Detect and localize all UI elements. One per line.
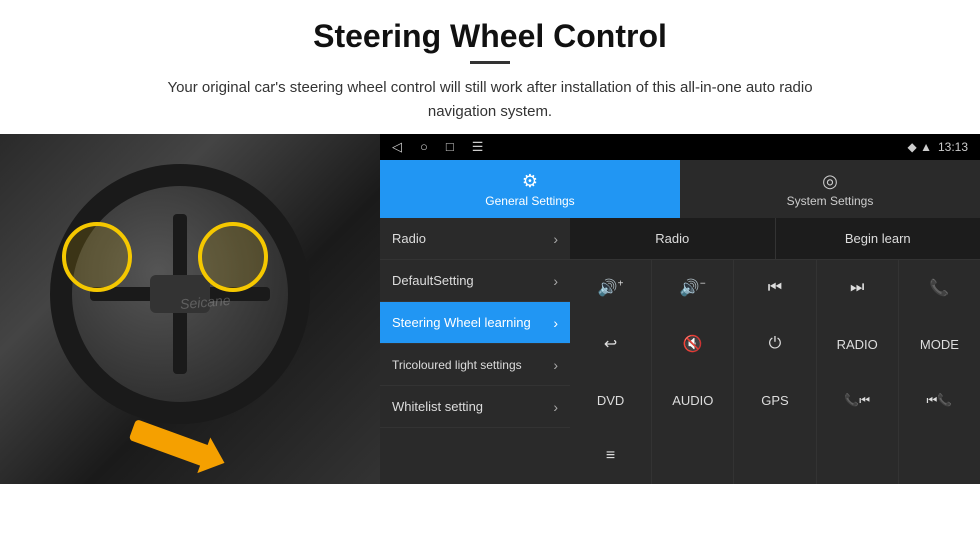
chevron-icon-radio: › — [553, 231, 558, 247]
ctrl-top-row: Radio Begin learn — [570, 218, 980, 260]
status-right: ◆ ▲ 13:13 — [908, 140, 968, 154]
home-icon[interactable]: ○ — [420, 139, 428, 155]
btn-dvd[interactable]: DVD — [570, 372, 651, 428]
phone-icon: 📞 — [929, 278, 949, 298]
highlight-circle-left — [62, 222, 132, 292]
list-icon: ≡ — [606, 447, 615, 465]
btn-empty-4 — [899, 428, 980, 484]
ctrl-begin-learn[interactable]: Begin learn — [776, 218, 980, 259]
btn-empty-1 — [652, 428, 733, 484]
chevron-icon-tricolour: › — [553, 357, 558, 373]
ctrl-grid-row3: DVD AUDIO GPS 📞⏮ ⏮📞 — [570, 372, 980, 428]
dvd-btn-label: DVD — [597, 393, 624, 408]
ctrl-grid-row2: ↩ 🔇 ⏻ RADIO MODE — [570, 316, 980, 372]
system-settings-icon: ◎ — [822, 171, 838, 192]
ctrl-grid-row4: ≡ — [570, 428, 980, 484]
arrow-head — [197, 437, 231, 480]
prev-track-icon: ⏮ — [768, 279, 782, 297]
btn-empty-3 — [817, 428, 898, 484]
highlight-circle-right — [198, 222, 268, 292]
begin-learn-label: Begin learn — [845, 231, 911, 246]
chevron-icon-steering: › — [553, 315, 558, 331]
menu-label-tricolour: Tricoloured light settings — [392, 358, 522, 372]
tab-system[interactable]: ◎ System Settings — [680, 160, 980, 218]
tab-general-label: General Settings — [485, 194, 574, 208]
recents-icon[interactable]: □ — [446, 139, 454, 155]
settings-body: Radio › DefaultSetting › Steering Wheel … — [380, 218, 980, 484]
menu-label-radio: Radio — [392, 231, 426, 246]
tab-general[interactable]: ⚙ General Settings — [380, 160, 680, 218]
signal-icon: ◆ ▲ — [908, 140, 932, 154]
btn-call-next[interactable]: ⏮📞 — [899, 372, 980, 428]
settings-menu: Radio › DefaultSetting › Steering Wheel … — [380, 218, 570, 484]
btn-list[interactable]: ≡ — [570, 428, 651, 484]
btn-audio[interactable]: AUDIO — [652, 372, 733, 428]
page-title: Steering Wheel Control — [40, 18, 940, 55]
android-ui: ◁ ○ □ ☰ ◆ ▲ 13:13 ⚙ General Settings ◎ S… — [380, 134, 980, 484]
btn-empty-2 — [734, 428, 815, 484]
gps-btn-label: GPS — [761, 393, 788, 408]
sw-center-hub — [150, 275, 210, 313]
btn-vol-down[interactable]: 🔊− — [652, 260, 733, 316]
arrow-indicator — [130, 432, 210, 454]
menu-item-radio[interactable]: Radio › — [380, 218, 570, 260]
chevron-icon-default: › — [553, 273, 558, 289]
nav-icons: ◁ ○ □ ☰ — [392, 139, 483, 155]
mute-icon: 🔇 — [683, 334, 703, 354]
power-icon: ⏻ — [769, 335, 782, 353]
audio-btn-label: AUDIO — [672, 393, 713, 408]
menu-icon[interactable]: ☰ — [472, 139, 484, 155]
main-content: Seicane ◁ ○ □ ☰ ◆ ▲ 13:13 ⚙ General Sett… — [0, 134, 980, 484]
status-bar: ◁ ○ □ ☰ ◆ ▲ 13:13 — [380, 134, 980, 160]
menu-label-default: DefaultSetting — [392, 273, 474, 288]
menu-label-steering: Steering Wheel learning — [392, 315, 531, 330]
menu-item-whitelist[interactable]: Whitelist setting › — [380, 386, 570, 428]
page-subtitle: Your original car's steering wheel contr… — [140, 76, 840, 124]
next-track-icon: ⏭ — [850, 279, 864, 297]
call-prev-icon: 📞⏮ — [844, 393, 870, 408]
menu-item-steering[interactable]: Steering Wheel learning › — [380, 302, 570, 344]
ctrl-radio-label: Radio — [570, 218, 776, 259]
radio-label-text: Radio — [655, 231, 689, 246]
menu-item-default[interactable]: DefaultSetting › — [380, 260, 570, 302]
title-divider — [470, 61, 510, 64]
steering-wheel-outer — [50, 164, 310, 424]
btn-next-track[interactable]: ⏭ — [817, 260, 898, 316]
radio-btn-label: RADIO — [837, 337, 878, 352]
steering-wheel-photo: Seicane — [0, 134, 380, 484]
btn-phone[interactable]: 📞 — [899, 260, 980, 316]
arrow-body — [129, 419, 212, 467]
btn-mute[interactable]: 🔇 — [652, 316, 733, 372]
btn-mode[interactable]: MODE — [899, 316, 980, 372]
page-header: Steering Wheel Control Your original car… — [0, 0, 980, 134]
clock: 13:13 — [938, 140, 968, 154]
controls-panel: Radio Begin learn 🔊+ 🔊− ⏮ — [570, 218, 980, 484]
return-icon: ↩ — [604, 334, 617, 354]
general-settings-icon: ⚙ — [522, 171, 538, 192]
settings-tabs: ⚙ General Settings ◎ System Settings — [380, 160, 980, 218]
ctrl-grid-row1: 🔊+ 🔊− ⏮ ⏭ 📞 — [570, 260, 980, 316]
menu-label-whitelist: Whitelist setting — [392, 399, 483, 414]
btn-power[interactable]: ⏻ — [734, 316, 815, 372]
vol-up-icon: 🔊+ — [598, 278, 624, 298]
btn-prev-track[interactable]: ⏮ — [734, 260, 815, 316]
tab-system-label: System Settings — [787, 194, 874, 208]
chevron-icon-whitelist: › — [553, 399, 558, 415]
btn-call-prev[interactable]: 📞⏮ — [817, 372, 898, 428]
btn-vol-up[interactable]: 🔊+ — [570, 260, 651, 316]
back-icon[interactable]: ◁ — [392, 139, 402, 155]
vol-down-icon: 🔊− — [680, 278, 706, 298]
btn-radio[interactable]: RADIO — [817, 316, 898, 372]
mode-btn-label: MODE — [920, 337, 959, 352]
btn-return[interactable]: ↩ — [570, 316, 651, 372]
btn-gps[interactable]: GPS — [734, 372, 815, 428]
call-next-icon: ⏮📞 — [927, 393, 953, 408]
menu-item-tricolour[interactable]: Tricoloured light settings › — [380, 344, 570, 386]
